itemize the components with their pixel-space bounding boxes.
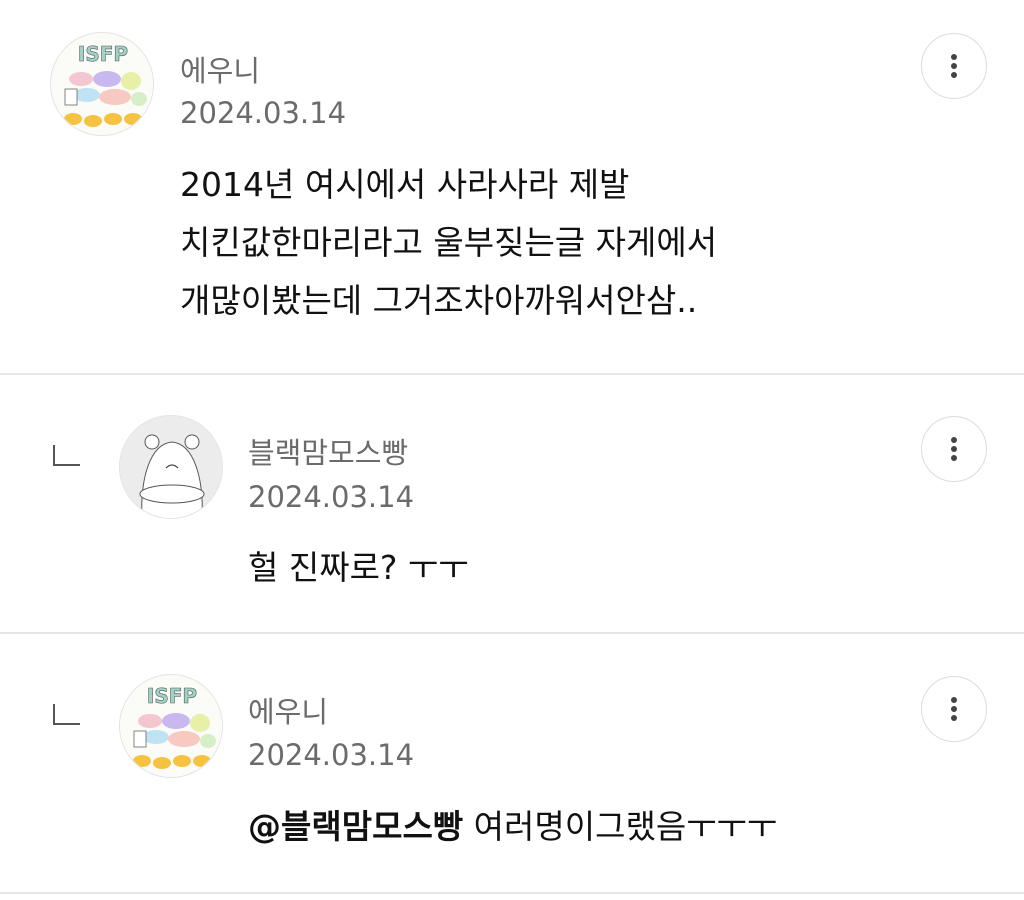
avatar[interactable]: ISFP — [50, 32, 154, 136]
comment-line: 헐 진짜로? ㅜㅜ — [248, 548, 469, 587]
comment-author[interactable]: 블랙맘모스빵 — [248, 430, 408, 472]
reply-arrow-icon — [53, 704, 80, 725]
comment-date: 2024.03.14 — [248, 738, 415, 772]
comment-author[interactable]: 에우니 — [248, 689, 328, 731]
isfp-sticker-icon: ISFP — [120, 675, 222, 777]
avatar[interactable] — [119, 415, 223, 519]
more-vertical-icon — [951, 54, 957, 78]
comment-line: 2014년 여시에서 사라사라 제발 — [180, 165, 630, 204]
more-options-button[interactable] — [921, 416, 987, 482]
more-vertical-icon — [951, 697, 957, 721]
comment-body: @블랙맘모스빵 여러명이그랬음ㅜㅜㅜ — [248, 798, 777, 856]
hamster-icon — [120, 416, 222, 518]
comment-body: 헐 진짜로? ㅜㅜ — [248, 539, 469, 597]
more-options-button[interactable] — [921, 676, 987, 742]
svg-text:ISFP: ISFP — [147, 684, 197, 708]
more-vertical-icon — [951, 437, 957, 461]
divider — [0, 892, 1024, 894]
comment-item: ISFP 에우니 2024.03.14 2014년 여시에서 사라사라 제발 치… — [0, 0, 1024, 374]
comment-line: @블랙맘모스빵 여러명이그랬음ㅜㅜㅜ — [248, 798, 777, 856]
reply-arrow-icon — [53, 445, 80, 466]
isfp-sticker-icon: ISFP — [51, 33, 153, 135]
comment-line: 치킨값한마리라고 울부짖는글 자게에서 — [180, 223, 718, 262]
comment-text: 여러명이그랬음ㅜㅜㅜ — [473, 807, 778, 846]
comment-author[interactable]: 에우니 — [180, 48, 260, 90]
reply-item: ISFP 에우니 2024.03.14 @블랙맘모스빵 여러명이그랬음ㅜㅜㅜ — [0, 634, 1024, 892]
reply-item: 블랙맘모스빵 2024.03.14 헐 진짜로? ㅜㅜ — [0, 375, 1024, 632]
mention-link[interactable]: @블랙맘모스빵 — [248, 807, 463, 846]
avatar[interactable]: ISFP — [119, 674, 223, 778]
comment-line: 개많이봤는데 그거조차아까워서안삼.. — [180, 281, 698, 320]
comment-body: 2014년 여시에서 사라사라 제발 치킨값한마리라고 울부짖는글 자게에서 개… — [180, 156, 717, 330]
comment-date: 2024.03.14 — [248, 480, 415, 514]
comment-date: 2024.03.14 — [180, 96, 347, 130]
more-options-button[interactable] — [921, 33, 987, 99]
svg-text:ISFP: ISFP — [78, 42, 128, 66]
